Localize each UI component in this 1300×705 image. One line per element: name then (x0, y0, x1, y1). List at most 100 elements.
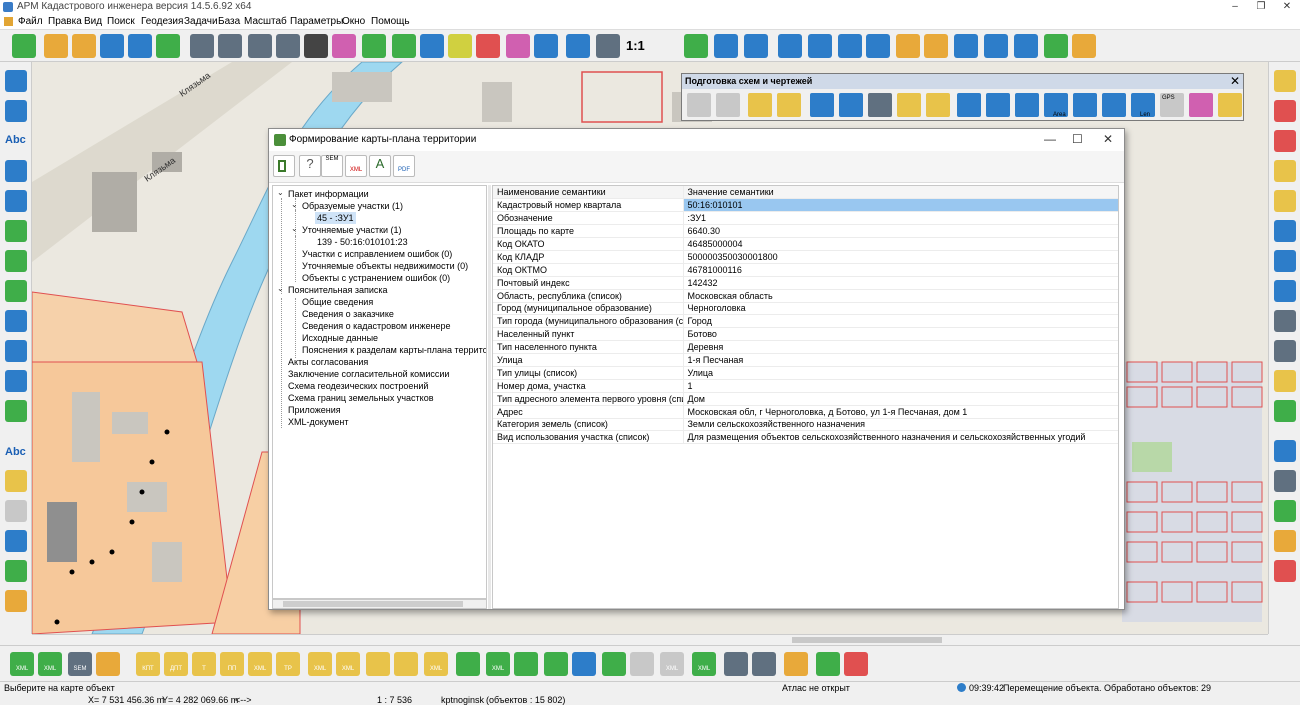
toolbar-tool-icon[interactable] (128, 34, 152, 58)
map-horizontal-scrollbar[interactable] (32, 634, 1268, 644)
toolbar-tool-icon[interactable] (808, 34, 832, 58)
semantic-name-cell[interactable]: Почтовый индекс (493, 276, 684, 290)
table-row[interactable]: Код ОКАТО 46485000004 (493, 237, 1118, 251)
menu-base[interactable]: База (218, 16, 240, 27)
toolbar-tool-icon[interactable] (984, 34, 1008, 58)
polygon-icon[interactable] (5, 190, 27, 212)
eraser-icon[interactable] (5, 500, 27, 522)
semantic-name-cell[interactable]: Номер дома, участка (493, 379, 684, 393)
semantic-name-cell[interactable]: Код ОКАТО (493, 237, 684, 251)
semantic-value-cell[interactable]: 1 (683, 379, 1118, 393)
gear-icon[interactable] (1274, 530, 1296, 552)
column-header-name[interactable]: Наименование семантики (493, 186, 684, 200)
table-row[interactable]: Кадастровый номер квартала 50:16:010101 (493, 198, 1118, 213)
toolbar-tool-icon[interactable] (72, 34, 96, 58)
toolbar-tool-icon[interactable] (506, 34, 530, 58)
vertex-icon[interactable] (1274, 100, 1296, 122)
bottom-tool-icon[interactable] (784, 652, 808, 676)
arrow-icon[interactable] (897, 93, 921, 117)
semantic-value-cell[interactable]: 500000350030001800 (683, 250, 1118, 264)
layers-icon[interactable] (5, 560, 27, 582)
bottom-tool-icon[interactable] (816, 652, 840, 676)
polyline-icon[interactable] (810, 93, 834, 117)
menu-view[interactable]: Вид (84, 16, 102, 27)
settings-icon[interactable] (5, 590, 27, 612)
semantic-value-cell[interactable]: Земли сельскохозяйственного назначения (683, 418, 1118, 432)
toolbar-tool-icon[interactable] (534, 34, 558, 58)
help-icon[interactable] (1274, 500, 1296, 522)
move-object-icon[interactable] (5, 400, 27, 422)
tree-node-formed-plots[interactable]: Образуемые участки (1) (302, 200, 403, 212)
semantic-name-cell[interactable]: Кадастровый номер квартала (493, 198, 684, 213)
bottom-tool-icon[interactable]: Т (192, 652, 216, 676)
bottom-tool-icon[interactable]: XML (10, 652, 34, 676)
protractor-icon[interactable] (1274, 160, 1296, 182)
menu-file[interactable]: Файл (18, 16, 43, 27)
toolbar-tool-icon[interactable] (218, 34, 242, 58)
toolbar-tool-icon[interactable] (12, 34, 36, 58)
bottom-tool-icon[interactable] (514, 652, 538, 676)
table-row[interactable]: Область, республика (список) Московская о… (493, 289, 1118, 303)
menu-window[interactable]: Окно (342, 16, 365, 27)
exit-dialog-icon[interactable] (273, 155, 295, 177)
tree-node-appendices[interactable]: Приложения (288, 404, 341, 416)
semantic-name-cell[interactable]: Тип улицы (список) (493, 366, 684, 380)
bottom-tool-icon[interactable]: КПТ (136, 652, 160, 676)
polygon-nodes5-icon[interactable] (1102, 93, 1126, 117)
cross-lines-icon[interactable] (1274, 250, 1296, 272)
expand-toggle-icon[interactable]: ⌄ (277, 188, 284, 197)
table-row[interactable]: Код КЛАДР 500000350030001800 (493, 250, 1118, 264)
toolbar-tool-icon[interactable] (566, 34, 590, 58)
table-row[interactable]: Тип улицы (список) Улица (493, 366, 1118, 380)
toolbar-tool-icon[interactable] (476, 34, 500, 58)
toolbar-tool-icon[interactable] (714, 34, 738, 58)
semantic-name-cell[interactable]: Улица (493, 353, 684, 367)
semantic-value-cell[interactable]: 142432 (683, 276, 1118, 290)
cut-icon[interactable] (5, 370, 27, 392)
sem-button-icon[interactable]: SEM (321, 155, 343, 177)
tree-node-general-info[interactable]: Общие сведения (302, 296, 373, 308)
bottom-tool-icon[interactable] (630, 652, 654, 676)
tree-node-boundaries-scheme[interactable]: Схема границ земельных участков (288, 392, 434, 404)
table-row[interactable]: Тип населенного пункта Деревня (493, 340, 1118, 355)
tree-node-engineer-info[interactable]: Сведения о кадастровом инженере (302, 320, 451, 332)
abc-label-icon[interactable] (1274, 310, 1296, 332)
package-tree[interactable]: ⌄ Пакет информации ⌄ Образуемые участки … (272, 185, 487, 599)
minimize-button[interactable]: – (1222, 0, 1248, 14)
bottom-tool-icon[interactable]: XML (424, 652, 448, 676)
tree-node-commission-conclusion[interactable]: Заключение согласительной комиссии (288, 368, 449, 380)
table-row[interactable]: Вид использования участка (список) Для ра… (493, 430, 1118, 445)
toolbar-tool-icon[interactable] (392, 34, 416, 58)
map-scrollbar-thumb[interactable] (792, 637, 942, 643)
tree-horizontal-scrollbar[interactable] (272, 599, 487, 609)
scissors-icon[interactable] (1274, 280, 1296, 302)
expand-toggle-icon[interactable]: ⌄ (291, 200, 298, 209)
bottom-tool-icon[interactable] (752, 652, 776, 676)
text-label2-icon[interactable] (716, 93, 740, 117)
dialog-close-button[interactable]: ✕ (1103, 132, 1113, 146)
bottom-tool-icon[interactable] (724, 652, 748, 676)
toolbar-tool-icon[interactable] (332, 34, 356, 58)
bottom-tool-icon[interactable]: XML (248, 652, 272, 676)
points-icon[interactable] (1274, 70, 1296, 92)
histogram-icon[interactable] (839, 93, 863, 117)
semantic-name-cell[interactable]: Тип адресного элемента первого уровня (с… (493, 392, 684, 406)
semantic-name-cell[interactable]: Обозначение (493, 211, 684, 226)
table-row[interactable]: Код ОКТМО 46781000116 (493, 263, 1118, 277)
network-icon[interactable] (1274, 220, 1296, 242)
move-point-icon[interactable] (5, 250, 27, 272)
frame-icon[interactable] (868, 93, 892, 117)
exit-icon[interactable] (1274, 560, 1296, 582)
semantic-name-cell[interactable]: Адрес (493, 405, 684, 419)
join-line-icon[interactable] (5, 340, 27, 362)
table-row[interactable]: Адрес Московская обл, г Черноголовка, д Б… (493, 405, 1118, 419)
bottom-tool-icon[interactable] (456, 652, 480, 676)
semantic-name-cell[interactable]: Тип города (муниципального образования (… (493, 314, 684, 329)
tree-node-geodetic-scheme[interactable]: Схема геодезических построений (288, 380, 428, 392)
toolbar-tool-icon[interactable] (100, 34, 124, 58)
pdf-button-icon[interactable]: PDF (393, 155, 415, 177)
bottom-tool-icon[interactable]: ТР (276, 652, 300, 676)
export-icon[interactable] (926, 93, 950, 117)
tree-node-section-notes[interactable]: Пояснения к разделам карты-плана террито… (302, 344, 486, 356)
table-row[interactable]: Тип адресного элемента первого уровня (с… (493, 392, 1118, 406)
